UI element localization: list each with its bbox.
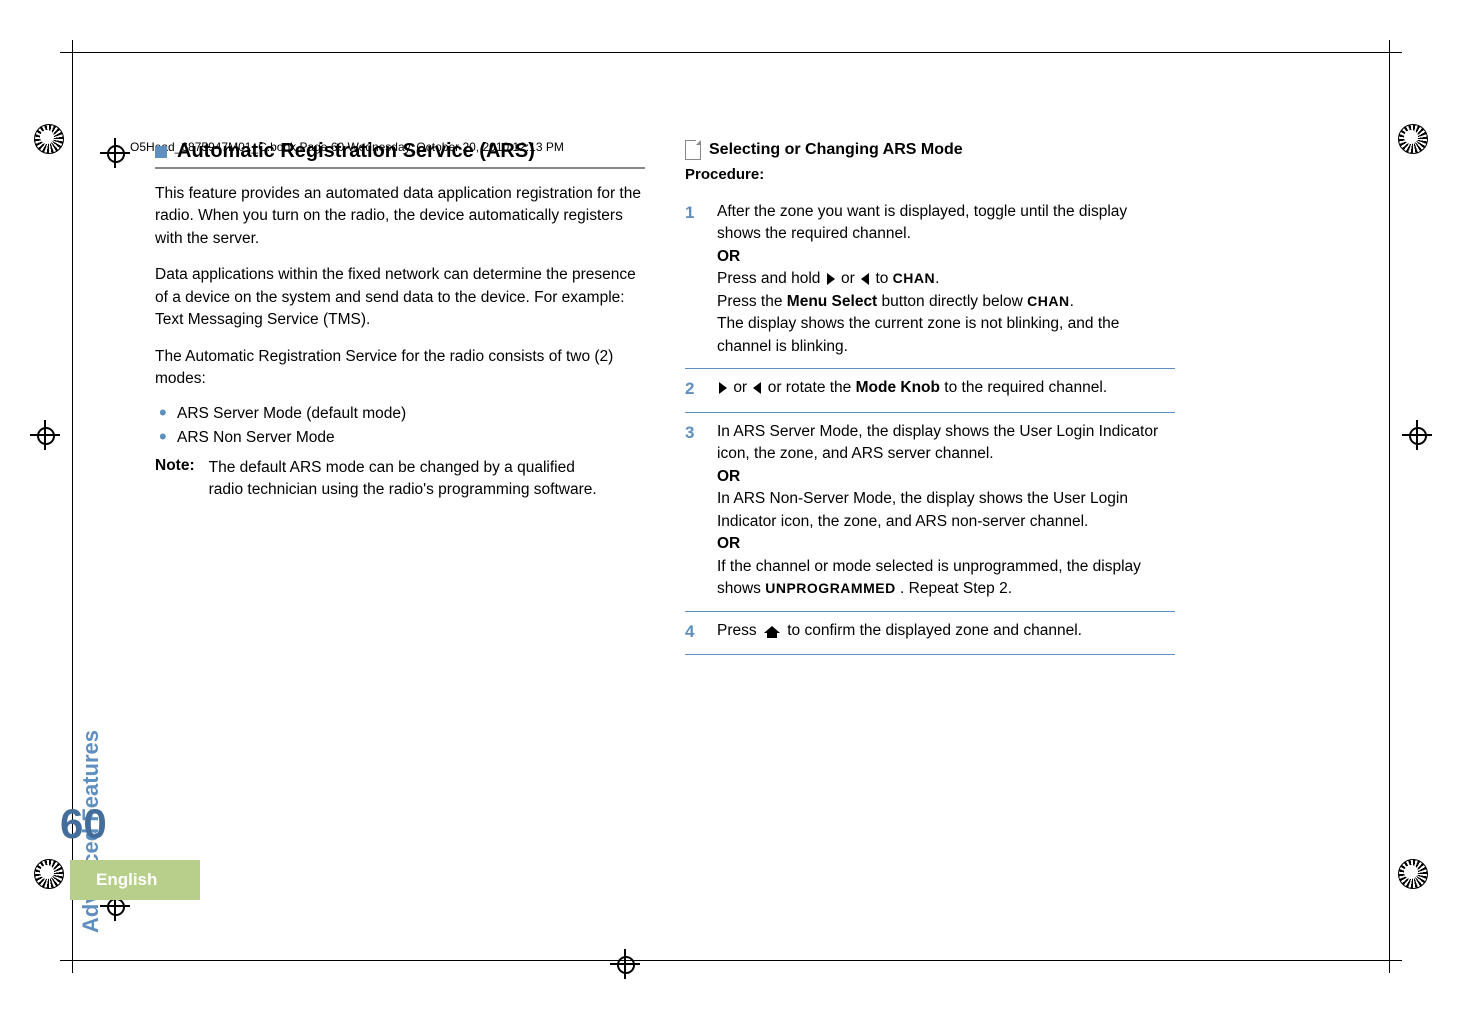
register-wheel-icon [34, 124, 64, 154]
note-label: Note: [155, 457, 195, 502]
procedure-step: 1 After the zone you want is displayed, … [685, 193, 1175, 369]
body-paragraph: This feature provides an automated data … [155, 183, 645, 250]
register-wheel-icon [1398, 124, 1428, 154]
note-body: The default ARS mode can be changed by a… [209, 457, 599, 502]
home-icon [764, 624, 780, 638]
step-text: The display shows the current zone is no… [717, 315, 1119, 354]
arrow-left-icon [861, 273, 869, 285]
or-label: OR [717, 248, 740, 265]
step-text: . [935, 270, 939, 287]
step-number: 2 [685, 377, 705, 402]
step-text: In ARS Non-Server Mode, the display show… [717, 490, 1128, 529]
procedure-step: 4 Press to confirm the displayed zone an… [685, 612, 1175, 656]
step-text: or [733, 379, 751, 396]
register-cross-icon [100, 138, 130, 168]
step-text: Press the [717, 293, 787, 310]
procedure-step: 3 In ARS Server Mode, the display shows … [685, 413, 1175, 612]
square-bullet-icon [155, 146, 167, 158]
sub-title: Selecting or Changing ARS Mode [709, 141, 963, 159]
note-block: Note: The default ARS mode can be change… [155, 457, 645, 502]
side-tab: Advanced Features [78, 430, 108, 790]
step-number: 1 [685, 201, 705, 358]
ui-label: CHAN [893, 270, 935, 286]
crop-line-top [60, 52, 1402, 53]
step-text: In ARS Server Mode, the display shows th… [717, 423, 1158, 462]
arrow-left-icon [753, 382, 761, 394]
step-number: 3 [685, 421, 705, 601]
step-text: to the required channel. [944, 379, 1107, 396]
step-text: . Repeat Step 2. [900, 580, 1012, 597]
page-content: Automatic Registration Service (ARS) Thi… [155, 130, 1175, 655]
section-title: Automatic Registration Service (ARS) [177, 140, 535, 163]
step-text: . [1070, 293, 1074, 310]
step-text: button directly below [882, 293, 1028, 310]
document-page: O5Head_6875947M01_C.book Page 60 Wednesd… [0, 0, 1462, 1013]
step-text: Press [717, 622, 761, 639]
button-name-label: Menu Select [787, 293, 877, 310]
register-wheel-icon [34, 859, 64, 889]
step-body: In ARS Server Mode, the display shows th… [717, 421, 1175, 601]
or-label: OR [717, 535, 740, 552]
step-text: Press and hold [717, 270, 825, 287]
step-text: After the zone you want is displayed, to… [717, 203, 1127, 242]
ui-label: CHAN [1027, 293, 1069, 309]
step-body: After the zone you want is displayed, to… [717, 201, 1175, 358]
right-column: Selecting or Changing ARS Mode Procedure… [685, 130, 1175, 655]
step-text: to [875, 270, 892, 287]
document-page-icon [685, 140, 701, 160]
register-cross-icon [1402, 420, 1432, 450]
step-text: to confirm the displayed zone and channe… [787, 622, 1082, 639]
register-wheel-icon [1398, 859, 1428, 889]
body-paragraph: Data applications within the fixed netwo… [155, 264, 645, 331]
body-paragraph: The Automatic Registration Service for t… [155, 346, 645, 391]
crop-line-bottom [60, 960, 1402, 961]
language-tab: English [70, 860, 200, 900]
register-cross-icon [30, 420, 60, 450]
procedure-label: Procedure: [685, 166, 1175, 183]
step-body: or or rotate the Mode Knob to the requir… [717, 377, 1175, 402]
list-item: ARS Non Server Mode [177, 429, 645, 447]
ui-label: UNPROGRAMMED [765, 580, 895, 596]
step-text: or [841, 270, 859, 287]
page-number: 60 [60, 800, 107, 848]
list-item: ARS Server Mode (default mode) [177, 405, 645, 423]
control-name-label: Mode Knob [856, 379, 940, 396]
procedure-step: 2 or or rotate the Mode Knob to the requ… [685, 369, 1175, 413]
bullet-list: ARS Server Mode (default mode) ARS Non S… [155, 405, 645, 447]
or-label: OR [717, 468, 740, 485]
crop-line-right [1389, 40, 1390, 973]
section-heading: Automatic Registration Service (ARS) [155, 140, 645, 169]
arrow-right-icon [719, 382, 727, 394]
step-text: or rotate the [768, 379, 856, 396]
step-number: 4 [685, 620, 705, 645]
step-body: Press to confirm the displayed zone and … [717, 620, 1175, 645]
register-cross-icon [610, 949, 640, 979]
arrow-right-icon [827, 273, 835, 285]
sub-heading: Selecting or Changing ARS Mode [685, 140, 1175, 160]
left-column: Automatic Registration Service (ARS) Thi… [155, 130, 645, 655]
